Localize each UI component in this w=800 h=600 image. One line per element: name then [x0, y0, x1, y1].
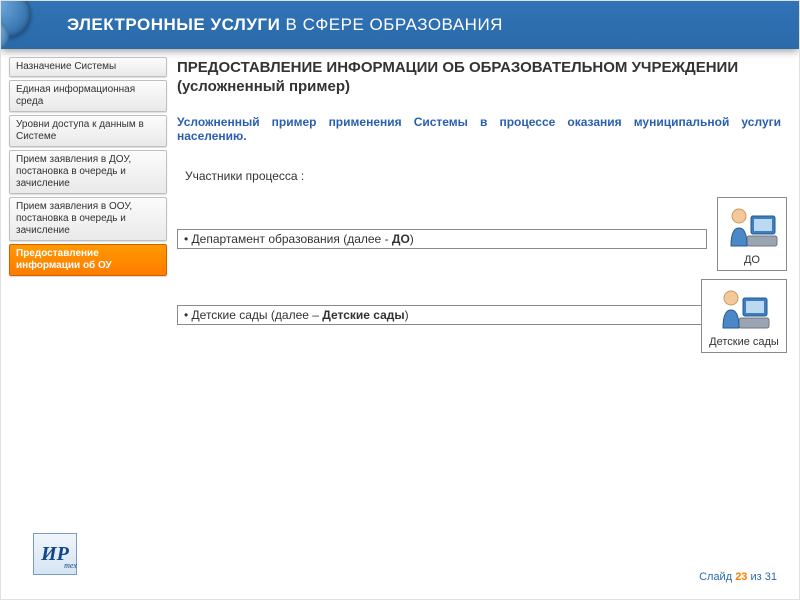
sidebar: Назначение Системы Единая информационная… [9, 57, 167, 276]
actor-box-ds: Детские сады [701, 279, 787, 353]
nav-item-purpose[interactable]: Назначение Системы [9, 57, 167, 77]
slide-number: Слайд 23 из 31 [699, 571, 777, 583]
actor-label-do: ДО [718, 254, 786, 266]
actor-box-do: ДО [717, 197, 787, 271]
nav-item-ou-info[interactable]: Предоставление информации об ОУ [9, 244, 167, 276]
main-content: ПРЕДОСТАВЛЕНИЕ ИНФОРМАЦИИ ОБ ОБРАЗОВАТЕЛ… [177, 59, 781, 183]
header-title-strong: ЭЛЕКТРОННЫЕ УСЛУГИ [67, 15, 280, 34]
header-bar: ЭЛЕКТРОННЫЕ УСЛУГИ В СФЕРЕ ОБРАЗОВАНИЯ [1, 1, 799, 49]
nav-item-env[interactable]: Единая информационная среда [9, 80, 167, 112]
actor-label-ds: Детские сады [702, 336, 786, 348]
page-title: ПРЕДОСТАВЛЕНИЕ ИНФОРМАЦИИ ОБ ОБРАЗОВАТЕЛ… [177, 59, 781, 97]
logo-irtech: ИР тех [33, 533, 77, 575]
nav-item-oou[interactable]: Прием заявления в ООУ, постановка в очер… [9, 197, 167, 241]
header-title: ЭЛЕКТРОННЫЕ УСЛУГИ В СФЕРЕ ОБРАЗОВАНИЯ [67, 15, 503, 35]
participant-text-ds: • Детские сады (далее – Детские сады) [178, 308, 409, 322]
slide: ЭЛЕКТРОННЫЕ УСЛУГИ В СФЕРЕ ОБРАЗОВАНИЯ Н… [0, 0, 800, 600]
nav-item-dou[interactable]: Прием заявления в ДОУ, постановка в очер… [9, 150, 167, 194]
header-title-rest: В СФЕРЕ ОБРАЗОВАНИЯ [280, 15, 503, 34]
participant-text-do: • Департамент образования (далее - ДО) [178, 232, 414, 246]
participants-label: Участники процесса : [185, 169, 781, 183]
person-at-computer-icon [702, 284, 786, 334]
intro-text: Усложненный пример применения Системы в … [177, 115, 781, 143]
participant-row-ds: • Детские сады (далее – Детские сады) [177, 305, 707, 325]
participant-row-do: • Департамент образования (далее - ДО) [177, 229, 707, 249]
logo-text: ИР тех [41, 543, 69, 566]
nav-item-access[interactable]: Уровни доступа к данным в Системе [9, 115, 167, 147]
person-at-computer-icon [718, 202, 786, 252]
